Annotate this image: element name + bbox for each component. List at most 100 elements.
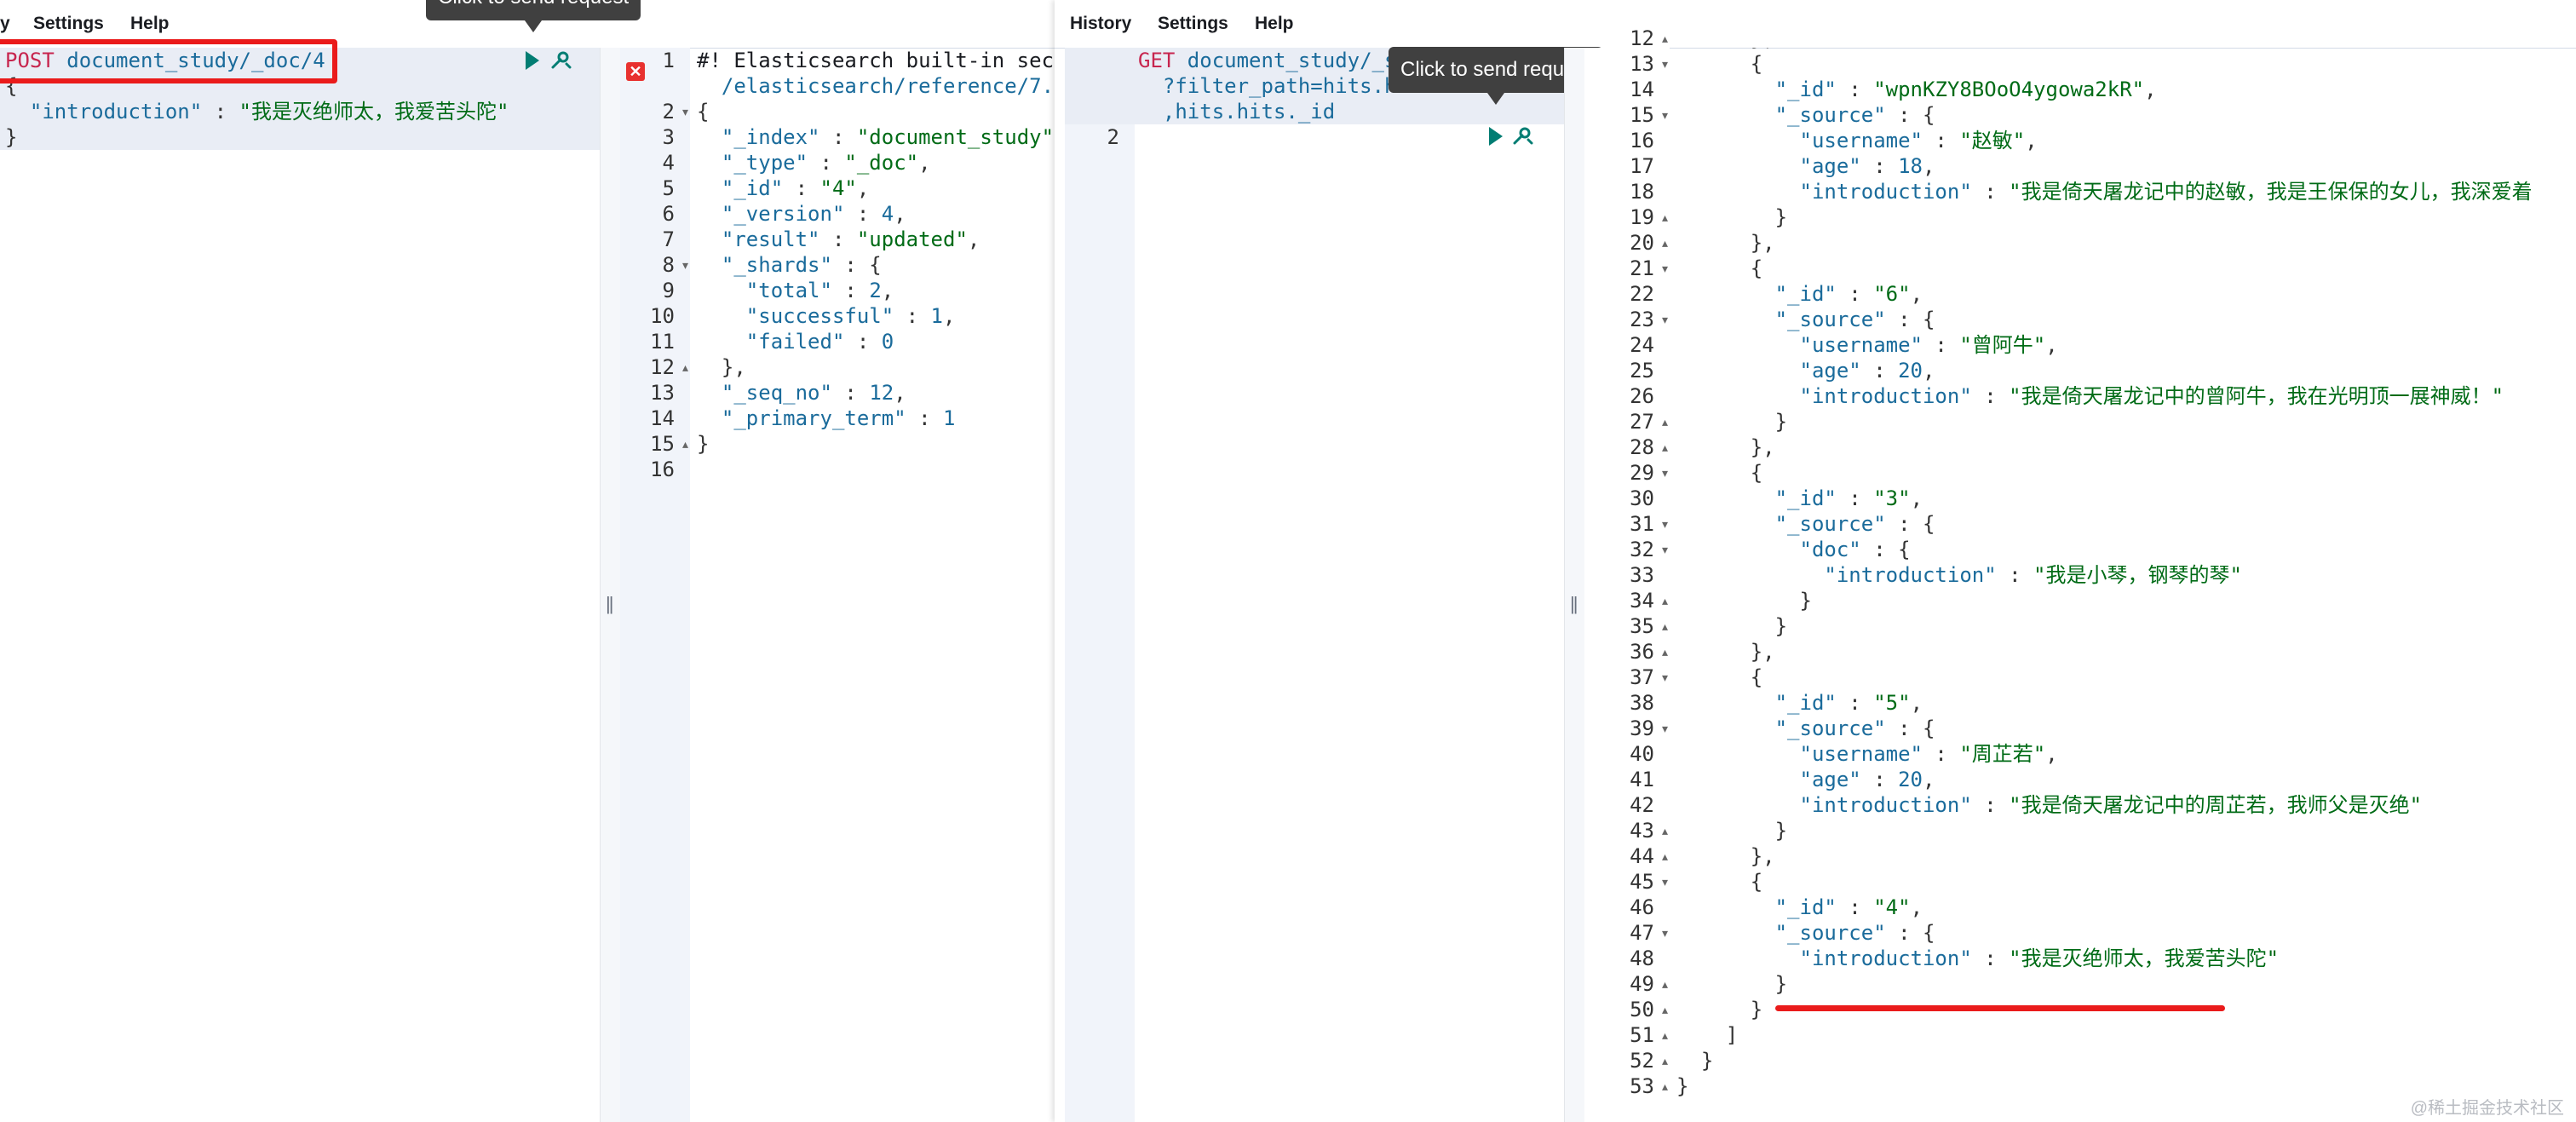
fold-open-icon[interactable]: ▾: [1662, 460, 1668, 486]
code-line: "introduction" : "我是小琴，钢琴的琴": [1676, 562, 2242, 588]
code-line: {: [1676, 665, 1762, 690]
code-line: "_version" : 4,: [697, 201, 906, 227]
line-number: 42: [1630, 793, 1654, 817]
wrench-icon[interactable]: [1509, 124, 1533, 148]
fold-open-icon[interactable]: ▾: [682, 252, 688, 278]
fold-close-icon[interactable]: ▴: [682, 354, 688, 380]
pane-resizer[interactable]: ||: [1564, 48, 1586, 1122]
code-line: {: [1676, 869, 1762, 895]
line-number: 16: [650, 457, 675, 481]
line-number: 4: [662, 151, 675, 175]
code-token: "_source": [1676, 716, 1886, 740]
menu-help[interactable]: Help: [1255, 14, 1294, 34]
fold-close-icon[interactable]: ▴: [1662, 613, 1668, 639]
line-number: 13: [1630, 52, 1654, 76]
line-number: 39: [1630, 716, 1654, 740]
fold-open-icon[interactable]: ▾: [1662, 256, 1668, 281]
code-token: "我是灭绝师太，我爱苦头陀": [239, 100, 509, 124]
line-number: 47: [1630, 921, 1654, 945]
code-token: :: [1971, 947, 2010, 970]
fold-close-icon[interactable]: ▴: [1662, 843, 1668, 869]
code-line: "failed" : 0: [697, 329, 894, 354]
code-line: "age" : 18,: [1676, 153, 1935, 179]
fold-close-icon[interactable]: ▴: [682, 431, 688, 457]
menu-history[interactable]: y: [0, 14, 10, 34]
code-token: }: [1676, 819, 1788, 843]
code-token: :: [1922, 742, 1960, 766]
code-token: 20: [1898, 359, 1923, 383]
line-number: 40: [1630, 742, 1654, 766]
fold-close-icon[interactable]: ▴: [1662, 204, 1668, 230]
fold-close-icon[interactable]: ▴: [1662, 1073, 1668, 1099]
fold-open-icon[interactable]: ▾: [1662, 869, 1668, 895]
wrench-icon[interactable]: [548, 49, 572, 72]
send-tooltip: Click to send request: [426, 0, 641, 32]
right-console-window: History Settings Help 12 GET document_st…: [1055, 0, 2576, 1122]
code-token: :: [1971, 180, 2010, 204]
code-line: "username" : "曾阿牛",: [1676, 332, 2057, 358]
fold-open-icon[interactable]: ▾: [1662, 511, 1668, 537]
code-token: "doc": [1676, 538, 1861, 561]
request-editor[interactable]: POST document_study/_doc/4{ "introductio…: [0, 48, 600, 1122]
line-number: 12: [650, 355, 675, 379]
fold-open-icon[interactable]: ▾: [1662, 665, 1668, 690]
code-token: ,: [2045, 742, 2058, 766]
fold-close-icon[interactable]: ▴: [1662, 997, 1668, 1022]
code-token: :: [1860, 154, 1899, 178]
code-token: "username": [1676, 333, 1923, 357]
line-number: 38: [1630, 691, 1654, 715]
code-token: "6": [1873, 282, 1911, 306]
code-token: ,: [1923, 154, 1935, 178]
fold-open-icon[interactable]: ▾: [1662, 537, 1668, 562]
response-viewer[interactable]: #! Elasticsearch built-in secur /elastic…: [690, 48, 1055, 1122]
code-line: "_source" : {: [1676, 920, 1935, 946]
line-number: 48: [1630, 947, 1654, 970]
code-line: "result" : "updated",: [697, 227, 980, 252]
line-number: 51: [1630, 1023, 1654, 1047]
error-icon[interactable]: ✕: [626, 62, 645, 81]
code-line: },: [1676, 639, 1775, 665]
pane-resizer[interactable]: ||: [600, 48, 622, 1122]
fold-close-icon[interactable]: ▴: [1662, 409, 1668, 434]
fold-close-icon[interactable]: ▴: [1662, 639, 1668, 665]
fold-close-icon[interactable]: ▴: [1662, 26, 1668, 51]
fold-close-icon[interactable]: ▴: [1662, 971, 1668, 997]
response-viewer[interactable]: }, { "_id" : "wpnKZY8BOoO4ygowa2kR", "_s…: [1670, 48, 2576, 1122]
line-number: 37: [1630, 665, 1654, 689]
response-gutter: 12 ▴ 13 ▾ 14 15 ▾ 16 17 18 19 ▴ 20 ▴ 21 ▾ 22 23 ▾ 24 25 26 27 ▴…: [1584, 26, 1670, 1122]
fold-close-icon[interactable]: ▴: [1662, 1048, 1668, 1073]
line-number: 9: [662, 279, 675, 302]
menu-history[interactable]: History: [1070, 14, 1131, 34]
menu-help[interactable]: Help: [130, 14, 170, 34]
send-request-icon[interactable]: [526, 51, 539, 70]
code-token: ,: [918, 151, 931, 175]
code-token: {: [1676, 870, 1763, 894]
fold-close-icon[interactable]: ▴: [1662, 434, 1668, 460]
code-token: : {: [1885, 103, 1935, 127]
code-token: :: [1971, 384, 2010, 408]
menu-settings[interactable]: Settings: [33, 14, 104, 34]
fold-open-icon[interactable]: ▾: [1662, 716, 1668, 741]
fold-open-icon[interactable]: ▾: [1662, 51, 1668, 77]
line-number: 2: [662, 100, 675, 124]
code-token: "_version": [697, 202, 845, 226]
fold-close-icon[interactable]: ▴: [1662, 818, 1668, 843]
fold-close-icon[interactable]: ▴: [1662, 230, 1668, 256]
code-line: }: [1676, 1073, 1688, 1099]
code-token: {: [1676, 52, 1763, 76]
code-token: ,: [1910, 486, 1923, 510]
code-token: :: [1836, 282, 1874, 306]
fold-open-icon[interactable]: ▾: [682, 99, 688, 124]
fold-open-icon[interactable]: ▾: [1662, 307, 1668, 332]
line-number: 32: [1630, 538, 1654, 561]
code-token: "_index": [697, 125, 820, 149]
code-line: "_source" : {: [1676, 716, 1935, 741]
fold-close-icon[interactable]: ▴: [1662, 588, 1668, 613]
send-request-icon[interactable]: [1489, 127, 1503, 146]
annotation-box: [0, 39, 337, 83]
fold-open-icon[interactable]: ▾: [1662, 920, 1668, 946]
fold-open-icon[interactable]: ▾: [1662, 102, 1668, 128]
code-token: "曾阿牛": [1959, 333, 2046, 357]
fold-close-icon[interactable]: ▴: [1662, 1022, 1668, 1048]
menu-settings[interactable]: Settings: [1158, 14, 1228, 34]
